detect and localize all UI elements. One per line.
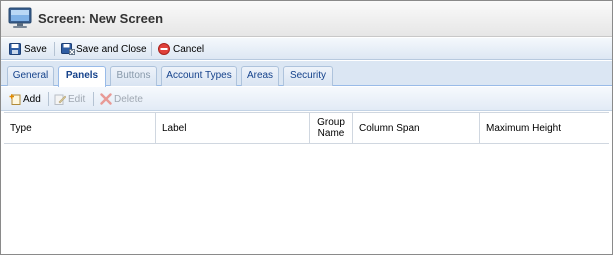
column-header-column-span[interactable]: Column Span [353,113,480,143]
column-header-type[interactable]: Type [4,113,156,143]
tab-security[interactable]: Security [283,66,333,86]
save-and-close-button[interactable]: Save and Close [61,41,147,57]
window-title: Screen: New Screen [38,11,164,26]
tab-panels[interactable]: Panels [58,66,106,87]
main-toolbar: Save Save and Close Cancel [1,38,612,60]
add-icon [9,93,21,105]
grid-toolbar: Add Edit Delete [1,87,612,111]
monitor-icon [7,5,33,31]
add-label: Add [23,93,41,105]
edit-button[interactable]: Edit [54,92,85,106]
toolbar-divider [54,42,55,56]
toolbar-divider [151,42,152,56]
panels-grid-body [4,144,609,250]
column-header-maximum-height[interactable]: Maximum Height [480,113,609,143]
tab-strip: General Panels Buttons Account Types Are… [1,61,612,87]
add-button[interactable]: Add [9,92,41,106]
title-bar: Screen: New Screen [1,1,612,37]
save-close-icon [61,43,75,55]
grid-toolbar-divider [93,92,94,106]
save-and-close-label: Save and Close [76,43,147,55]
delete-icon [100,93,112,105]
column-header-group-name[interactable]: Group Name [310,113,353,143]
panels-grid-header: Type Label Group Name Column Span Maximu… [4,112,609,144]
grid-toolbar-divider [48,92,49,106]
delete-button[interactable]: Delete [100,92,143,106]
cancel-button[interactable]: Cancel [158,41,204,57]
column-header-label[interactable]: Label [156,113,310,143]
cancel-icon [158,43,170,55]
edit-icon [54,93,67,105]
tab-general[interactable]: General [7,66,54,86]
save-button[interactable]: Save [9,41,47,57]
tab-buttons[interactable]: Buttons [110,66,157,86]
delete-label: Delete [114,93,143,105]
screen-editor-window: Screen: New Screen Save Save and Close C… [0,0,613,255]
tab-account-types[interactable]: Account Types [161,66,237,86]
save-label: Save [24,43,47,55]
cancel-label: Cancel [173,43,205,55]
floppy-disk-icon [9,43,21,55]
edit-label: Edit [68,93,86,105]
tab-areas[interactable]: Areas [241,66,279,86]
